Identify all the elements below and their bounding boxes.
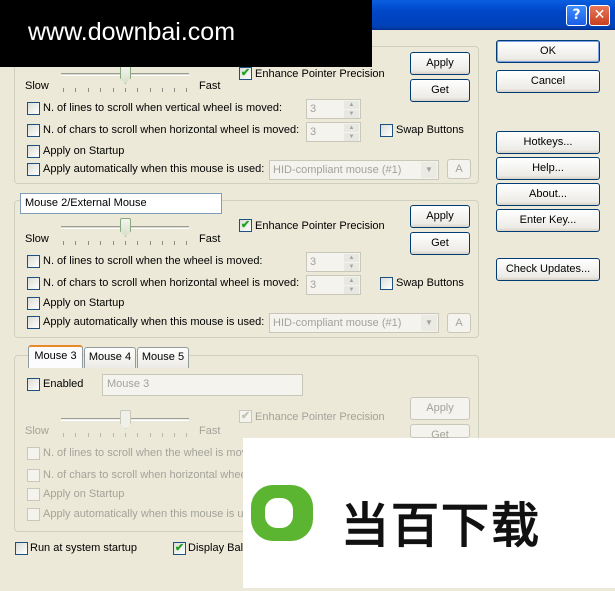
mouse3-auto-checkbox[interactable] — [27, 508, 40, 521]
mouse2-enhance-label: Enhance Pointer Precision — [255, 220, 385, 232]
mouse3-startup-label: Apply on Startup — [43, 488, 125, 500]
mouse2-enhance-checkbox[interactable]: ✔ — [239, 219, 252, 232]
mouse1-chars-spinner[interactable]: 3 ▲ ▼ — [306, 122, 361, 142]
mouse2-name-field[interactable]: Mouse 2/External Mouse — [20, 193, 222, 214]
mouse2-chars-checkbox[interactable] — [27, 277, 40, 290]
mouse2-chars-label: N. of chars to scroll when horizontal wh… — [43, 277, 300, 289]
mouse2-lines-value: 3 — [310, 256, 317, 268]
mouse3-get-button[interactable]: Get — [410, 424, 470, 441]
mouse2-device-value: HID-compliant mouse (#1) — [273, 317, 402, 329]
tab-mouse4[interactable]: Mouse 4 — [84, 347, 136, 368]
mouse1-auto-checkbox[interactable] — [27, 163, 40, 176]
spin-down-icon[interactable]: ▼ — [344, 263, 359, 271]
mouse1-enhance-label: Enhance Pointer Precision — [255, 68, 385, 80]
mouse3-name-field[interactable]: Mouse 3 — [102, 374, 303, 396]
mouse2-fast-label: Fast — [199, 233, 221, 245]
chevron-down-icon[interactable]: ▼ — [421, 162, 437, 178]
mouse2-auto-checkbox[interactable] — [27, 316, 40, 329]
run-startup-label: Run at system startup — [30, 542, 137, 554]
mouse3-apply-button[interactable]: Apply — [410, 397, 470, 420]
mouse1-ticks — [63, 88, 187, 92]
enter-key-button[interactable]: Enter Key... — [496, 209, 600, 232]
mouse1-swap-label: Swap Buttons — [396, 124, 464, 136]
mouse1-startup-label: Apply on Startup — [43, 145, 125, 157]
mouse3-lines-label: N. of lines to scroll when the wheel is … — [43, 447, 248, 459]
watermark-banner: www.downbai.com — [0, 0, 372, 67]
watermark-text: www.downbai.com — [28, 18, 236, 46]
about-button[interactable]: About... — [496, 183, 600, 206]
mouse3-fast-label: Fast — [199, 425, 221, 437]
mouse1-chars-label: N. of chars to scroll when horizontal wh… — [43, 124, 300, 136]
mouse1-slow-label: Slow — [25, 80, 49, 92]
hotkeys-button[interactable]: Hotkeys... — [496, 131, 600, 154]
spin-up-icon[interactable]: ▲ — [344, 101, 359, 109]
mouse3-chars-checkbox[interactable] — [27, 469, 40, 482]
tab-mouse5[interactable]: Mouse 5 — [137, 347, 189, 368]
mouse2-swap-checkbox[interactable] — [380, 277, 393, 290]
mouse1-startup-checkbox[interactable] — [27, 145, 40, 158]
ok-button[interactable]: OK — [496, 40, 600, 63]
close-icon[interactable]: ✕ — [589, 5, 610, 26]
mouse3-chars-label: N. of chars to scroll when horizontal wh… — [43, 469, 247, 481]
ad-overlay: 当百下载 — [243, 438, 615, 588]
mouse2-startup-checkbox[interactable] — [27, 297, 40, 310]
mouse1-lines-spinner[interactable]: 3 ▲ ▼ — [306, 99, 361, 119]
spin-down-icon[interactable]: ▼ — [344, 133, 359, 141]
mouse2-lines-spinner[interactable]: 3 ▲ ▼ — [306, 252, 361, 272]
mouse1-device-value: HID-compliant mouse (#1) — [273, 164, 402, 176]
mouse3-startup-checkbox[interactable] — [27, 488, 40, 501]
mouse1-chars-value: 3 — [310, 126, 317, 138]
mouse3-lines-checkbox[interactable] — [27, 447, 40, 460]
mouse2-device-select[interactable]: HID-compliant mouse (#1) ▼ — [269, 313, 439, 333]
mouse2-a-button[interactable]: A — [447, 313, 471, 333]
mouse3-enabled-label: Enabled — [43, 378, 84, 390]
mouse2-slow-label: Slow — [25, 233, 49, 245]
mouse3-enhance-label: Enhance Pointer Precision — [255, 411, 385, 423]
mouse2-apply-button[interactable]: Apply — [410, 205, 470, 228]
logo-d-hole — [265, 498, 293, 528]
mouse2-startup-label: Apply on Startup — [43, 297, 125, 309]
mouse1-lines-label: N. of lines to scroll when vertical whee… — [43, 102, 283, 114]
mouse1-chars-checkbox[interactable] — [27, 124, 40, 137]
help-button[interactable]: Help... — [496, 157, 600, 180]
ad-brand-text: 当百下载 — [341, 498, 542, 554]
mouse2-lines-checkbox[interactable] — [27, 255, 40, 268]
mouse2-ticks — [63, 241, 187, 245]
mouse1-enhance-checkbox[interactable]: ✔ — [239, 67, 252, 80]
mouse3-slow-label: Slow — [25, 425, 49, 437]
spin-up-icon[interactable]: ▲ — [344, 254, 359, 262]
mouse2-get-button[interactable]: Get — [410, 232, 470, 255]
mouse1-apply-button[interactable]: Apply — [410, 52, 470, 75]
mouse2-swap-label: Swap Buttons — [396, 277, 464, 289]
mouse1-auto-label: Apply automatically when this mouse is u… — [43, 163, 265, 175]
mouse3-auto-label: Apply automatically when this mouse is u… — [43, 508, 256, 520]
mouse2-chars-value: 3 — [310, 279, 317, 291]
mouse1-lines-value: 3 — [310, 103, 317, 115]
mouse1-fast-label: Fast — [199, 80, 221, 92]
spin-down-icon[interactable]: ▼ — [344, 286, 359, 294]
display-balloon-checkbox[interactable]: ✔ — [173, 542, 186, 555]
check-updates-button[interactable]: Check Updates... — [496, 258, 600, 281]
mouse2-chars-spinner[interactable]: 3 ▲ ▼ — [306, 275, 361, 295]
spin-down-icon[interactable]: ▼ — [344, 110, 359, 118]
spin-up-icon[interactable]: ▲ — [344, 124, 359, 132]
help-icon[interactable]: ? — [566, 5, 587, 26]
mouse1-lines-checkbox[interactable] — [27, 102, 40, 115]
mouse1-a-button[interactable]: A — [447, 159, 471, 179]
run-startup-checkbox[interactable] — [15, 542, 28, 555]
spin-up-icon[interactable]: ▲ — [344, 277, 359, 285]
mouse1-swap-checkbox[interactable] — [380, 124, 393, 137]
mouse1-get-button[interactable]: Get — [410, 79, 470, 102]
mouse2-lines-label: N. of lines to scroll when the wheel is … — [43, 255, 263, 267]
cancel-button[interactable]: Cancel — [496, 70, 600, 93]
mouse1-device-select[interactable]: HID-compliant mouse (#1) ▼ — [269, 160, 439, 180]
mouse3-enabled-checkbox[interactable] — [27, 378, 40, 391]
tab-mouse3[interactable]: Mouse 3 — [28, 345, 83, 368]
mouse3-enhance-checkbox[interactable]: ✔ — [239, 410, 252, 423]
mouse3-ticks — [63, 433, 187, 437]
mouse2-auto-label: Apply automatically when this mouse is u… — [43, 316, 265, 328]
chevron-down-icon[interactable]: ▼ — [421, 315, 437, 331]
